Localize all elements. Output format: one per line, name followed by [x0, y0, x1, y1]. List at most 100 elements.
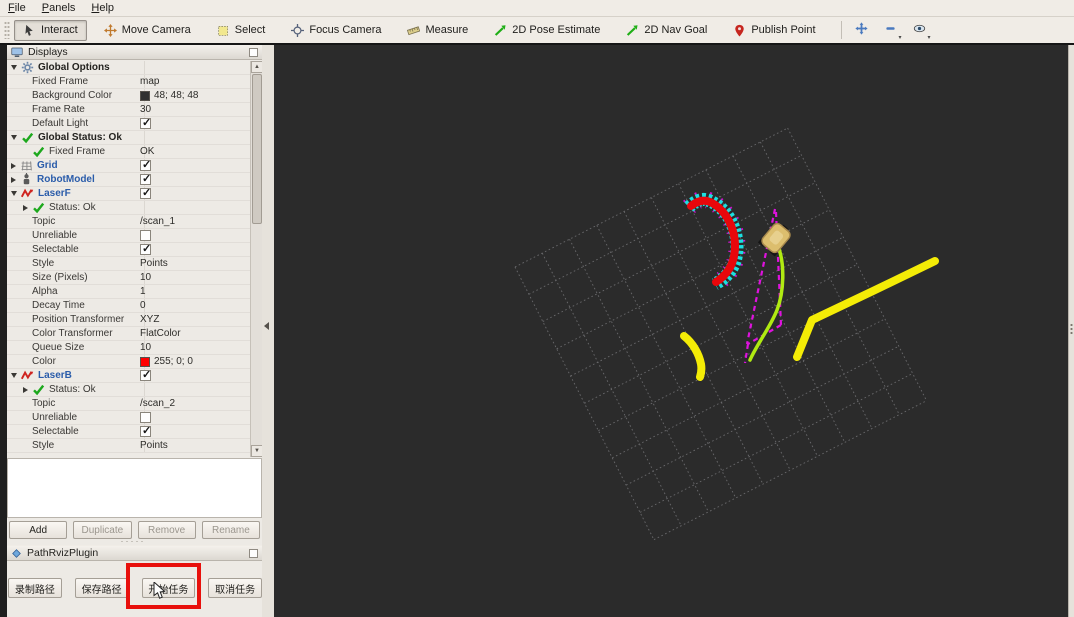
checkbox-checked[interactable] — [140, 368, 151, 381]
checkbox-unchecked[interactable] — [140, 412, 151, 423]
checkbox-checked[interactable] — [140, 158, 151, 171]
tree-row-selectable[interactable]: Selectable — [7, 424, 250, 439]
tool-move-camera[interactable]: Move Camera — [95, 20, 200, 41]
expander-closed-icon[interactable] — [23, 204, 28, 211]
checkbox-checked[interactable] — [140, 242, 151, 255]
tree-row-status-ok[interactable]: Status: Ok — [7, 383, 250, 397]
checkbox-checked[interactable] — [140, 186, 151, 199]
pan-cross-button[interactable] — [850, 20, 873, 40]
splitter-collapse-icon[interactable] — [264, 322, 269, 330]
eye-button[interactable]: ▾ — [908, 20, 931, 41]
tree-row-color-transformer[interactable]: Color Transformer FlatColor — [7, 327, 250, 341]
tree-scrollbar[interactable]: ▲ ▼ — [250, 61, 263, 457]
row-value[interactable]: Points — [140, 440, 168, 451]
expander-open-icon[interactable] — [11, 373, 17, 378]
expander-closed-icon[interactable] — [11, 162, 16, 169]
path-task-button-1[interactable]: 录制路径 — [8, 578, 62, 598]
checkbox-unchecked[interactable] — [140, 230, 151, 241]
tree-row-alpha[interactable]: Alpha 1 — [7, 285, 250, 299]
row-value[interactable]: 1 — [140, 286, 146, 297]
panel-splitter-handle[interactable]: ····· — [118, 537, 148, 546]
menu-item-panels[interactable]: Panels — [42, 2, 76, 14]
menu-item-help[interactable]: Help — [91, 2, 114, 14]
checkbox-checked[interactable] — [140, 172, 151, 185]
row-value[interactable]: FlatColor — [140, 328, 181, 339]
tree-row-background-color[interactable]: Background Color 48; 48; 48 — [7, 89, 250, 103]
tool-publish-point[interactable]: Publish Point — [724, 20, 824, 41]
menu-item-file[interactable]: File — [8, 2, 26, 14]
tool-2d-nav-goal[interactable]: 2D Nav Goal — [617, 20, 716, 41]
robot-model — [757, 222, 791, 257]
tree-row-laserb[interactable]: LaserB — [7, 368, 250, 383]
row-value[interactable]: 10 — [140, 272, 151, 283]
row-value[interactable]: 255; 0; 0 — [154, 356, 193, 367]
panel-viewport-splitter[interactable] — [262, 45, 274, 617]
row-value[interactable]: 30 — [140, 104, 151, 115]
path-task-button-2[interactable]: 保存路径 — [74, 578, 129, 598]
tool-select[interactable]: Select — [208, 20, 275, 41]
3d-viewport[interactable] — [274, 45, 1068, 617]
path-task-button-3[interactable]: 开始任务 — [141, 578, 196, 598]
tree-row-position-transformer[interactable]: Position Transformer XYZ — [7, 313, 250, 327]
tree-row-grid[interactable]: Grid — [7, 158, 250, 173]
tree-row-size-pixels-[interactable]: Size (Pixels) 10 — [7, 271, 250, 285]
tree-row-decay-time[interactable]: Decay Time 0 — [7, 299, 250, 313]
tree-row-robotmodel[interactable]: RobotModel — [7, 172, 250, 187]
tree-row-frame-rate[interactable]: Frame Rate 30 — [7, 103, 250, 117]
expander-open-icon[interactable] — [11, 135, 17, 140]
row-value[interactable]: 0 — [140, 300, 146, 311]
right-dock-strip[interactable] — [1068, 45, 1074, 617]
rename-button[interactable]: Rename — [201, 521, 260, 539]
tree-row-default-light[interactable]: Default Light — [7, 116, 250, 131]
panel-float-button[interactable] — [249, 47, 258, 57]
tree-row-unreliable[interactable]: Unreliable — [7, 411, 250, 425]
tree-row-topic[interactable]: Topic/scan_2 — [7, 397, 250, 411]
expander-open-icon[interactable] — [11, 191, 17, 196]
tree-row-selectable[interactable]: Selectable — [7, 242, 250, 257]
tool-interact[interactable]: Interact — [14, 19, 87, 41]
tree-row-laserf[interactable]: LaserF — [7, 186, 250, 201]
tree-row-global-options[interactable]: Global Options — [7, 61, 250, 75]
expander-closed-icon[interactable] — [11, 176, 16, 183]
tree-row-fixed-frame[interactable]: Fixed Frame OK — [7, 145, 250, 159]
minus-button[interactable]: ▾ — [879, 20, 902, 41]
tree-row-queue-size[interactable]: Queue Size 10 — [7, 341, 250, 355]
row-value[interactable]: map — [140, 76, 159, 87]
remove-button[interactable]: Remove — [137, 521, 196, 539]
tree-row-color[interactable]: Color 255; 0; 0 — [7, 355, 250, 369]
row-value[interactable]: /scan_1 — [140, 216, 175, 227]
tree-row-style[interactable]: Style Points — [7, 439, 250, 453]
right-splitter-handle[interactable] — [1070, 323, 1073, 335]
checkbox-checked[interactable] — [140, 424, 151, 437]
scrollbar-thumb[interactable] — [252, 74, 262, 224]
tool-focus-camera[interactable]: Focus Camera — [282, 20, 390, 41]
tool-measure[interactable]: Measure — [398, 20, 477, 41]
row-value[interactable]: Points — [140, 258, 168, 269]
color-swatch[interactable] — [140, 356, 150, 367]
color-swatch[interactable] — [140, 90, 150, 101]
tree-row-global-status-ok[interactable]: Global Status: Ok — [7, 131, 250, 145]
row-value[interactable]: OK — [140, 146, 154, 157]
tree-row-topic[interactable]: Topic/scan_1 — [7, 215, 250, 229]
row-value[interactable]: /scan_2 — [140, 398, 175, 409]
row-label: Global Status: Ok — [38, 132, 122, 143]
tree-row-status-ok[interactable]: Status: Ok — [7, 201, 250, 215]
tree-row-style[interactable]: Style Points — [7, 257, 250, 271]
panel-float-button[interactable] — [249, 548, 258, 558]
tree-row-unreliable[interactable]: Unreliable — [7, 229, 250, 243]
row-value[interactable]: 10 — [140, 342, 151, 353]
expander-open-icon[interactable] — [11, 65, 17, 70]
row-label: RobotModel — [37, 174, 95, 185]
displays-panel-header[interactable]: Displays — [7, 45, 262, 60]
tree-row-fixed-frame[interactable]: Fixed Frame map — [7, 75, 250, 89]
add-button[interactable]: Add — [9, 521, 68, 539]
path-panel-header[interactable]: PathRvizPlugin — [7, 546, 262, 561]
row-value[interactable]: 48; 48; 48 — [154, 90, 198, 101]
tool-2d-pose-estimate[interactable]: 2D Pose Estimate — [485, 20, 609, 41]
expander-closed-icon[interactable] — [23, 386, 28, 393]
row-label: Status: Ok — [49, 202, 96, 213]
path-task-button-4[interactable]: 取消任务 — [208, 578, 262, 598]
checkbox-checked[interactable] — [140, 116, 151, 129]
row-value[interactable]: XYZ — [140, 314, 159, 325]
toolbar-drag-handle[interactable] — [4, 21, 10, 39]
